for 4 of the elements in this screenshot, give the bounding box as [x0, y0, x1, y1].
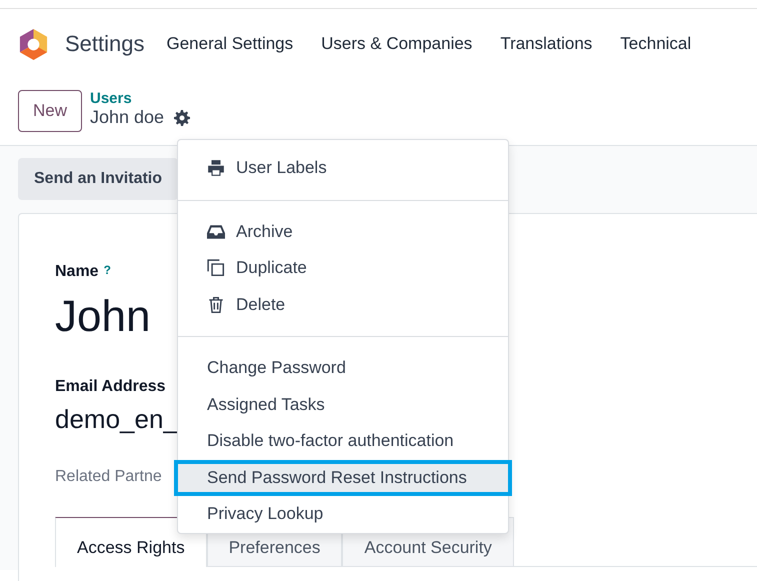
name-label: Name: [55, 263, 99, 281]
email-label: Email Address: [55, 378, 166, 396]
record-name: John doe: [90, 107, 164, 128]
related-partner-label: Related Partne: [55, 468, 162, 486]
